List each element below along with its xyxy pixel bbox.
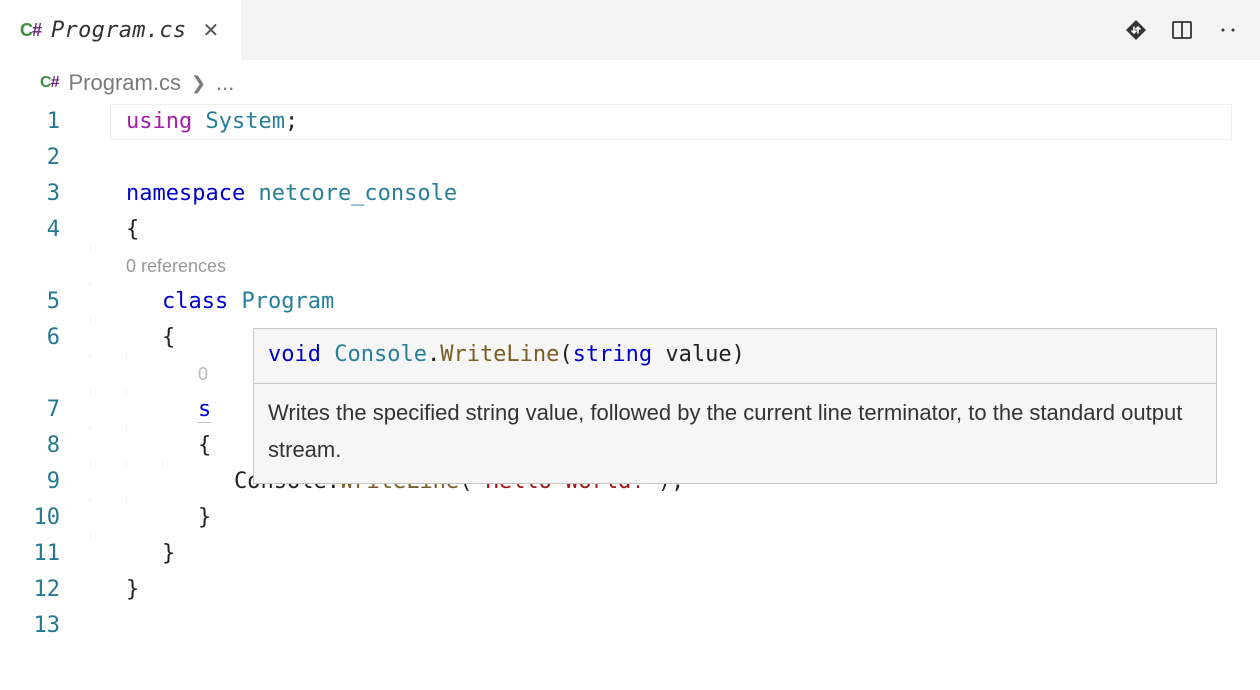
code-line[interactable]: 3 namespace netcore_console bbox=[0, 176, 1260, 212]
more-actions-icon[interactable] bbox=[1214, 16, 1242, 44]
csharp-file-icon: C# bbox=[40, 74, 58, 92]
line-number: 4 bbox=[0, 212, 90, 248]
codelens-references[interactable]: 0 bbox=[198, 356, 208, 392]
code-line[interactable]: 13 bbox=[0, 608, 1260, 644]
source-control-diff-icon[interactable] bbox=[1122, 16, 1150, 44]
line-number: 11 bbox=[0, 536, 90, 572]
chevron-right-icon: ❯ bbox=[191, 73, 206, 94]
line-number: 9 bbox=[0, 464, 90, 500]
hover-tooltip: void Console.WriteLine(string value) Wri… bbox=[253, 328, 1217, 484]
code-line[interactable]: 1 using System; bbox=[0, 104, 1260, 140]
line-number: 3 bbox=[0, 176, 90, 212]
hover-documentation: Writes the specified string value, follo… bbox=[254, 384, 1216, 483]
hover-signature: void Console.WriteLine(string value) bbox=[254, 329, 1216, 384]
csharp-file-icon: C# bbox=[20, 20, 41, 41]
line-number: 6 bbox=[0, 320, 90, 356]
code-line[interactable]: 2 bbox=[0, 140, 1260, 176]
code-line[interactable]: 11 } bbox=[0, 536, 1260, 572]
code-line[interactable]: 4 { bbox=[0, 212, 1260, 248]
breadcrumb[interactable]: C# Program.cs ❯ ... bbox=[0, 60, 1260, 104]
breadcrumb-file: Program.cs bbox=[68, 70, 180, 96]
code-line[interactable]: 12 } bbox=[0, 572, 1260, 608]
line-number: 7 bbox=[0, 392, 90, 428]
line-number: 5 bbox=[0, 284, 90, 320]
close-tab-icon[interactable]: ✕ bbox=[196, 18, 225, 43]
split-editor-icon[interactable] bbox=[1168, 16, 1196, 44]
code-line[interactable]: 5 class Program bbox=[0, 284, 1260, 320]
line-number: 10 bbox=[0, 500, 90, 536]
breadcrumb-overflow: ... bbox=[216, 70, 234, 96]
line-number: 8 bbox=[0, 428, 90, 464]
codelens[interactable]: 0 references bbox=[0, 248, 1260, 284]
code-line[interactable]: 10 } bbox=[0, 500, 1260, 536]
line-number: 1 bbox=[0, 104, 90, 140]
line-number: 2 bbox=[0, 140, 90, 176]
tab-file-name: Program.cs bbox=[51, 18, 186, 43]
codelens-references[interactable]: 0 references bbox=[126, 248, 226, 284]
tab-actions bbox=[1122, 0, 1260, 60]
line-number: 13 bbox=[0, 608, 90, 644]
code-editor[interactable]: 1 using System; 2 3 namespace netcore_co… bbox=[0, 104, 1260, 644]
active-tab[interactable]: C# Program.cs ✕ bbox=[0, 0, 242, 60]
tab-bar: C# Program.cs ✕ bbox=[0, 0, 1260, 60]
line-number: 12 bbox=[0, 572, 90, 608]
